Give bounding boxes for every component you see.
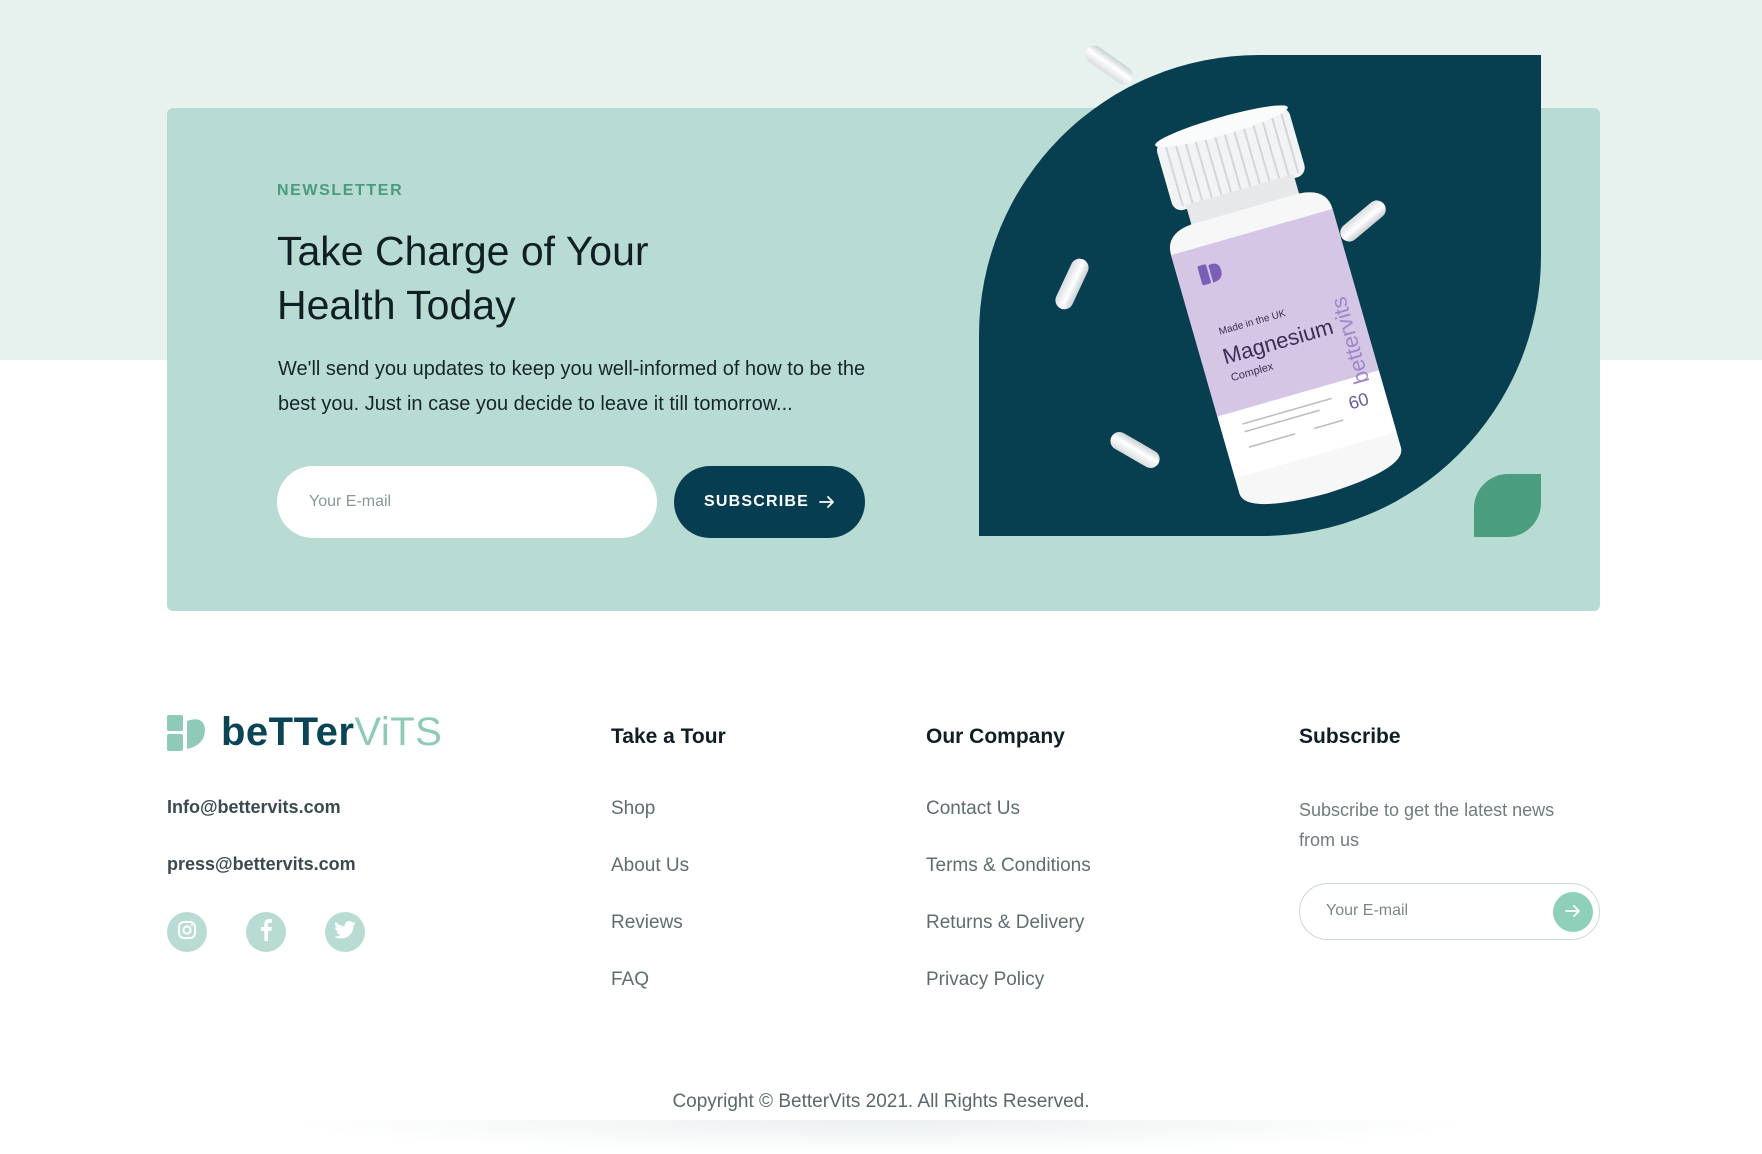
logo-word-light: ViTS (354, 710, 443, 754)
subscribe-button-label: SUBSCRIBE (703, 493, 810, 510)
newsletter-headline: Take Charge of Your Health Today (277, 224, 837, 332)
footer-subscribe-form (1299, 883, 1600, 940)
logo-wordmark: beTTerViTS (221, 710, 442, 755)
footer-link-shop[interactable]: Shop (611, 798, 655, 820)
facebook-button[interactable] (246, 912, 286, 952)
headline-line-1: Take Charge of Your (277, 228, 649, 274)
press-email-link[interactable]: press@bettervits.com (167, 854, 356, 875)
footer-link-contact-us[interactable]: Contact Us (926, 798, 1020, 820)
twitter-button[interactable] (325, 912, 365, 952)
bettervits-logo-icon (167, 714, 207, 751)
facebook-icon (259, 918, 273, 946)
instagram-icon (177, 920, 197, 945)
social-links (167, 912, 365, 952)
magnesium-bottle-image: Made in the UK Magnesium Complex 60 bett… (1120, 100, 1420, 525)
info-email-link[interactable]: Info@bettervits.com (167, 797, 341, 818)
footer-email-input[interactable] (1326, 884, 1536, 938)
newsletter-eyebrow: NEWSLETTER (277, 182, 404, 199)
newsletter-description: We'll send you updates to keep you well-… (278, 358, 866, 415)
footer-link-returns[interactable]: Returns & Delivery (926, 912, 1084, 934)
subscribe-column-title: Subscribe (1299, 725, 1401, 748)
instagram-button[interactable] (167, 912, 207, 952)
footer-link-privacy[interactable]: Privacy Policy (926, 969, 1044, 991)
footer-submit-button[interactable] (1553, 892, 1593, 932)
footer-link-about-us[interactable]: About Us (611, 855, 689, 877)
footer-logo[interactable]: beTTerViTS (167, 710, 442, 755)
footer-link-reviews[interactable]: Reviews (611, 912, 683, 934)
arrow-right-icon (1565, 904, 1581, 921)
footer-link-terms[interactable]: Terms & Conditions (926, 855, 1091, 877)
headline-line-2: Health Today (277, 282, 516, 328)
tour-column-title: Take a Tour (611, 725, 726, 748)
arrow-right-icon (819, 495, 835, 509)
footer-link-faq[interactable]: FAQ (611, 969, 649, 991)
bottom-shadow (280, 1120, 1480, 1154)
twitter-icon (334, 920, 356, 944)
copyright-text: Copyright © BetterVits 2021. All Rights … (672, 1091, 1090, 1112)
newsletter-subscribe-button[interactable]: SUBSCRIBE (674, 466, 865, 538)
company-column-title: Our Company (926, 725, 1065, 748)
newsletter-email-input[interactable] (277, 466, 657, 538)
subscribe-blurb: Subscribe to get the latest news from us (1299, 800, 1555, 850)
logo-word-bold: beTTer (221, 710, 355, 754)
